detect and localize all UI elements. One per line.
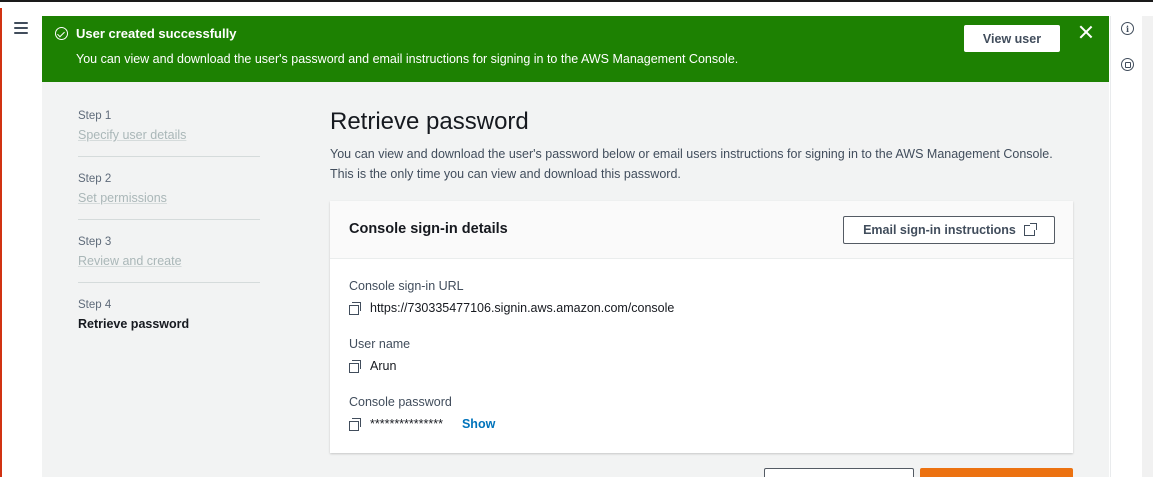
step-link-set-permissions[interactable]: Set permissions [78,191,260,205]
external-link-icon [1023,222,1037,236]
console-sign-in-details-card: Console sign-in details Email sign-in in… [330,201,1073,453]
info-icon[interactable]: i [1121,22,1134,35]
wizard-step: Step 4 Retrieve password [78,299,260,345]
primary-action-button[interactable] [920,468,1073,477]
field-label: Console sign-in URL [349,279,464,293]
step-number: Step 3 [78,236,112,248]
step-number: Step 1 [78,110,112,122]
email-button-label: Email sign-in instructions [863,223,1016,237]
page-description-line-1: You can view and download the user's pas… [330,147,1053,161]
step-current-retrieve-password: Retrieve password [78,317,190,331]
field-value-row: Arun [349,359,410,373]
field-value-row: https://730335477106.signin.aws.amazon.c… [349,301,674,315]
copy-icon[interactable] [349,360,361,373]
flash-title: User created successfully [76,26,237,41]
scrollbar[interactable] [1142,16,1153,477]
window-left-edge [0,8,6,477]
step-number: Step 4 [78,299,112,311]
field-value-row: *************** Show [349,417,495,431]
sign-in-url-field: Console sign-in URL https://730335477106… [349,279,674,315]
wizard-steps-navigation: Step 1 Specify user details Step 2 Set p… [78,110,260,361]
success-flash-banner: User created successfully You can view a… [42,16,1109,82]
copy-icon[interactable] [349,418,361,431]
console-password-field: Console password *************** Show [349,395,495,431]
card-header: Console sign-in details Email sign-in in… [330,201,1073,259]
page-title: Retrieve password [330,108,529,135]
copy-icon[interactable] [349,302,361,315]
show-password-link[interactable]: Show [462,417,495,431]
step-number: Step 2 [78,173,112,185]
step-link-review-and-create[interactable]: Review and create [78,254,260,268]
page-header: Retrieve password You can view and downl… [330,108,1090,184]
close-icon[interactable] [1078,24,1094,40]
feedback-icon[interactable] [1121,58,1134,71]
right-tools-rail [1110,16,1142,477]
secondary-action-button[interactable] [764,468,914,477]
field-label: Console password [349,395,452,409]
card-title: Console sign-in details [349,221,508,237]
menu-icon[interactable] [14,22,28,34]
main-content-area: Step 1 Specify user details Step 2 Set p… [42,82,1109,477]
page-description-line-2: This is the only time you can view and d… [330,167,681,181]
window-top-edge [0,0,1153,8]
flash-message: You can view and download the user's pas… [76,52,739,66]
wizard-step: Step 1 Specify user details [78,110,260,157]
step-link-specify-user-details[interactable]: Specify user details [78,128,260,142]
wizard-step: Step 2 Set permissions [78,173,260,220]
user-name-value: Arun [370,359,397,373]
user-name-field: User name Arun [349,337,410,373]
wizard-step: Step 3 Review and create [78,236,260,283]
email-sign-in-instructions-button[interactable]: Email sign-in instructions [843,216,1055,244]
check-circle-icon [55,27,68,40]
view-user-button[interactable]: View user [964,25,1060,52]
field-label: User name [349,337,411,351]
sign-in-url-value: https://730335477106.signin.aws.amazon.c… [370,301,675,315]
password-masked-value: *************** [370,417,443,431]
